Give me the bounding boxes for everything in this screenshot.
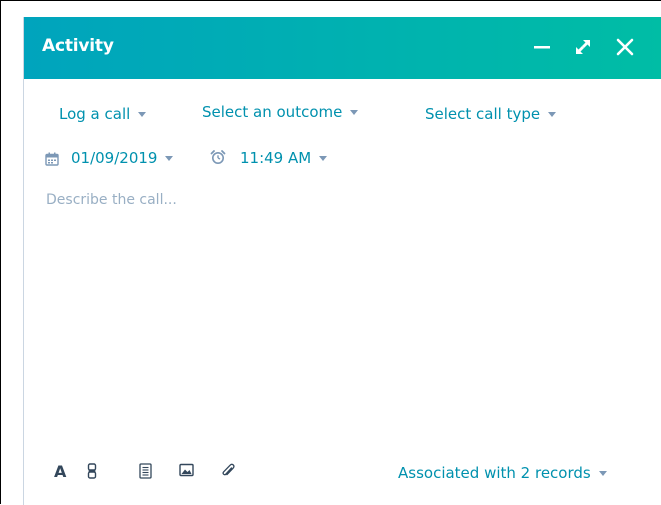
time-picker[interactable]: 11:49 AM bbox=[240, 149, 328, 167]
caret-down-icon bbox=[350, 109, 359, 115]
minimize-button[interactable] bbox=[528, 33, 556, 61]
document-button[interactable] bbox=[139, 463, 152, 479]
call-type-dropdown[interactable]: Select call type bbox=[425, 105, 557, 123]
expand-button[interactable] bbox=[569, 33, 597, 61]
window-frame: Activity Log a call Select an outcome Se… bbox=[0, 0, 661, 505]
date-value: 01/09/2019 bbox=[71, 149, 158, 167]
document-icon bbox=[139, 463, 152, 479]
date-picker[interactable]: 01/09/2019 bbox=[71, 149, 174, 167]
caret-down-icon bbox=[165, 155, 174, 161]
text-format-button[interactable]: A bbox=[54, 462, 66, 481]
paperclip-icon bbox=[222, 463, 235, 476]
alarm-clock-icon bbox=[210, 149, 226, 169]
image-button[interactable] bbox=[179, 463, 194, 477]
associations-dropdown[interactable]: Associated with 2 records bbox=[398, 464, 607, 482]
caret-down-icon bbox=[598, 470, 607, 476]
caret-down-icon bbox=[319, 155, 328, 161]
snippet-icon bbox=[87, 463, 97, 479]
call-description-input[interactable] bbox=[46, 192, 636, 432]
image-icon bbox=[179, 463, 194, 477]
close-icon bbox=[616, 38, 634, 56]
minimize-icon bbox=[534, 46, 550, 49]
calendar-icon bbox=[45, 151, 59, 170]
time-value: 11:49 AM bbox=[240, 149, 312, 167]
caret-down-icon bbox=[548, 111, 557, 117]
panel-title: Activity bbox=[42, 36, 114, 56]
snippet-button[interactable] bbox=[87, 463, 97, 479]
associations-label: Associated with 2 records bbox=[398, 464, 591, 482]
close-button[interactable] bbox=[611, 33, 639, 61]
expand-icon bbox=[576, 40, 590, 54]
log-call-dropdown[interactable]: Log a call bbox=[59, 105, 147, 123]
outcome-dropdown[interactable]: Select an outcome bbox=[202, 103, 359, 121]
caret-down-icon bbox=[138, 111, 147, 117]
log-call-label: Log a call bbox=[59, 105, 131, 123]
call-type-label: Select call type bbox=[425, 105, 541, 123]
outcome-label: Select an outcome bbox=[202, 103, 343, 121]
attachment-button[interactable] bbox=[221, 463, 235, 479]
panel-header: Activity bbox=[24, 17, 661, 79]
